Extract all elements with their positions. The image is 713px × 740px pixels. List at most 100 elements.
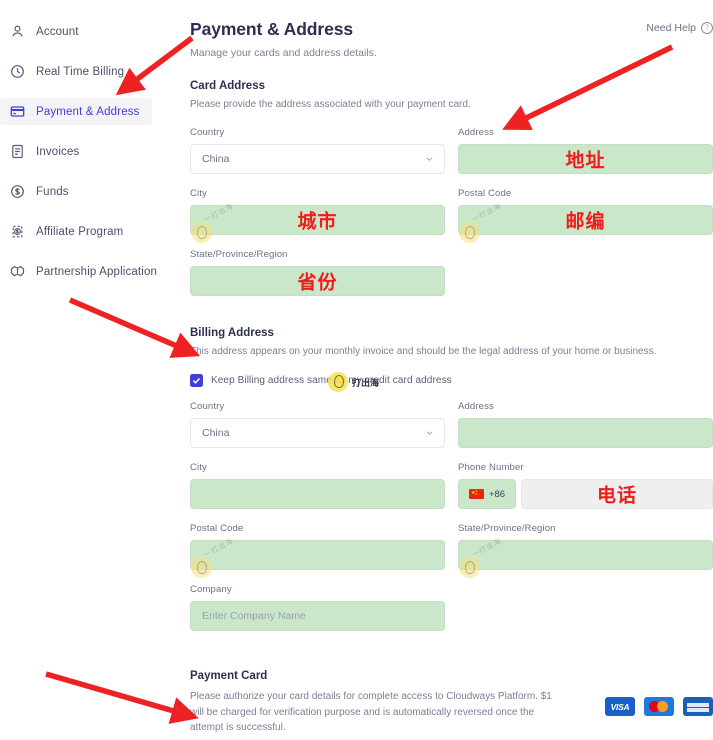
field-card-address: Address 地址 <box>458 127 713 174</box>
payment-card-row: Please authorize your card details for c… <box>190 689 713 736</box>
sidebar-item-label: Account <box>36 25 79 38</box>
field-billing-country: Country China <box>190 401 445 448</box>
chevron-down-icon <box>426 156 433 161</box>
card-postal-code-input[interactable]: 一打出海 邮编 <box>458 202 713 243</box>
label-billing-country: Country <box>190 401 225 412</box>
label-card-city: City <box>190 187 207 199</box>
visa-label: VISA <box>610 701 630 712</box>
watermark: 一打出海 <box>471 202 504 224</box>
annotation-card-postal-code: 邮编 <box>565 211 606 232</box>
mastercard-icon <box>644 697 674 716</box>
annotation-card-city: 城市 <box>297 211 338 232</box>
field-billing-company: Company Enter Company Name <box>190 584 445 631</box>
label-billing-state: State/Province/Region <box>458 523 556 534</box>
payment-address-page: Account Real Time Billing Payment & Addr… <box>0 0 713 740</box>
handshake-icon <box>10 264 25 279</box>
billing-address-input[interactable] <box>458 418 713 448</box>
card-country-select[interactable]: China <box>190 143 445 174</box>
sidebar-item-label: Affiliate Program <box>36 225 124 238</box>
question-circle-icon: ? <box>701 22 713 34</box>
amex-icon <box>683 697 713 716</box>
company-placeholder: Enter Company Name <box>202 610 306 622</box>
label-card-state: State/Province/Region <box>190 248 288 260</box>
billing-city-input[interactable] <box>190 479 445 509</box>
dollar-circle-icon <box>10 184 25 199</box>
card-address-input[interactable]: 地址 <box>458 143 713 174</box>
sidebar-item-account[interactable]: Account <box>0 18 175 45</box>
watermark: 一打出海 <box>203 537 236 560</box>
field-billing-phone: Phone Number ★ ★ ★ +86 电话 <box>458 462 713 509</box>
card-address-form: Country China Address 地址 City 一打出海 城市 Po… <box>190 127 713 310</box>
field-card-city: City 一打出海 城市 <box>190 187 445 243</box>
label-billing-postal-code: Postal Code <box>190 523 244 534</box>
document-icon <box>10 144 25 159</box>
clock-icon <box>10 64 25 79</box>
label-card-postal-code: Postal Code <box>458 187 512 199</box>
page-subtitle: Manage your cards and address details. <box>190 47 377 59</box>
label-card-country: Country <box>190 126 225 138</box>
need-help-label: Need Help <box>646 22 696 34</box>
sidebar-item-label: Payment & Address <box>36 105 140 118</box>
cursor-highlight <box>459 557 480 578</box>
need-help-link[interactable]: Need Help ? <box>646 22 713 34</box>
billing-country-value: China <box>202 427 230 439</box>
phone-number-input[interactable]: 电话 <box>521 479 713 509</box>
field-card-state: State/Province/Region 省份 <box>190 249 445 296</box>
sidebar-item-affiliate-program[interactable]: Affiliate Program <box>0 218 175 245</box>
sidebar-item-label: Partnership Application <box>36 265 158 278</box>
field-card-country: Country China <box>190 127 445 174</box>
visa-icon: VISA <box>605 697 635 716</box>
field-card-postal-code: Postal Code 一打出海 邮编 <box>458 187 713 243</box>
card-country-value: China <box>202 152 230 165</box>
billing-address-form: Country China Address City Phone Number <box>190 401 713 645</box>
card-state-input[interactable]: 省份 <box>190 265 445 296</box>
field-billing-city: City <box>190 462 445 509</box>
field-billing-state: State/Province/Region 一打出海 <box>458 523 713 578</box>
phone-country-code-select[interactable]: ★ ★ ★ +86 <box>458 479 516 509</box>
cursor-highlight <box>191 221 212 243</box>
card-address-title: Card Address <box>190 80 265 92</box>
sidebar-item-payment-address[interactable]: Payment & Address <box>0 98 152 125</box>
billing-address-title: Billing Address <box>190 326 274 339</box>
label-billing-phone: Phone Number <box>458 462 524 473</box>
sidebar-item-label: Funds <box>36 185 69 198</box>
main-content: Need Help ? Payment & Address Manage you… <box>190 0 713 740</box>
field-billing-address: Address <box>458 401 713 448</box>
label-billing-company: Company <box>190 584 232 595</box>
label-billing-address: Address <box>458 401 494 412</box>
annotation-phone: 电话 <box>596 485 638 507</box>
billing-country-select[interactable]: China <box>190 418 445 448</box>
credit-card-icon <box>10 104 25 119</box>
label-card-address: Address <box>458 126 494 138</box>
sidebar-item-funds[interactable]: Funds <box>0 178 175 205</box>
annotation-card-state: 省份 <box>297 272 338 293</box>
sidebar-item-invoices[interactable]: Invoices <box>0 138 175 165</box>
field-billing-postal-code: Postal Code 一打出海 <box>190 523 445 578</box>
keep-billing-same-checkbox-row[interactable]: Keep Billing address same as my credit c… <box>190 372 713 392</box>
watermark: 一打出海 <box>203 202 236 224</box>
cursor-highlight <box>459 221 480 243</box>
billing-state-input[interactable]: 一打出海 <box>458 538 713 578</box>
payment-card-title: Payment Card <box>190 670 268 682</box>
sidebar-item-label: Real Time Billing <box>36 65 125 78</box>
phone-country-code-value: +86 <box>488 488 506 500</box>
china-flag-icon: ★ ★ ★ <box>468 489 484 499</box>
sidebar-item-real-time-billing[interactable]: Real Time Billing <box>0 58 175 85</box>
dollar-refresh-icon <box>10 224 25 239</box>
billing-address-description: This address appears on your monthly inv… <box>190 345 657 357</box>
card-address-description: Please provide the address associated wi… <box>190 99 471 110</box>
label-billing-city: City <box>190 462 207 473</box>
payment-card-description: Please authorize your card details for c… <box>190 691 552 733</box>
billing-postal-code-input[interactable]: 一打出海 <box>190 538 445 578</box>
sidebar-item-partnership-application[interactable]: Partnership Application <box>0 258 175 285</box>
annotation-card-address: 地址 <box>565 150 606 171</box>
checkbox-checked-icon[interactable] <box>190 374 203 387</box>
keep-billing-same-label: Keep Billing address same as my credit c… <box>211 375 452 386</box>
chevron-down-icon <box>426 431 433 435</box>
sidebar: Account Real Time Billing Payment & Addr… <box>0 0 175 740</box>
watermark: 一打出海 <box>471 537 504 560</box>
sidebar-item-label: Invoices <box>36 145 80 158</box>
phone-number-group: ★ ★ ★ +86 电话 <box>458 479 713 509</box>
card-city-input[interactable]: 一打出海 城市 <box>190 202 445 243</box>
billing-company-input[interactable]: Enter Company Name <box>190 601 445 631</box>
